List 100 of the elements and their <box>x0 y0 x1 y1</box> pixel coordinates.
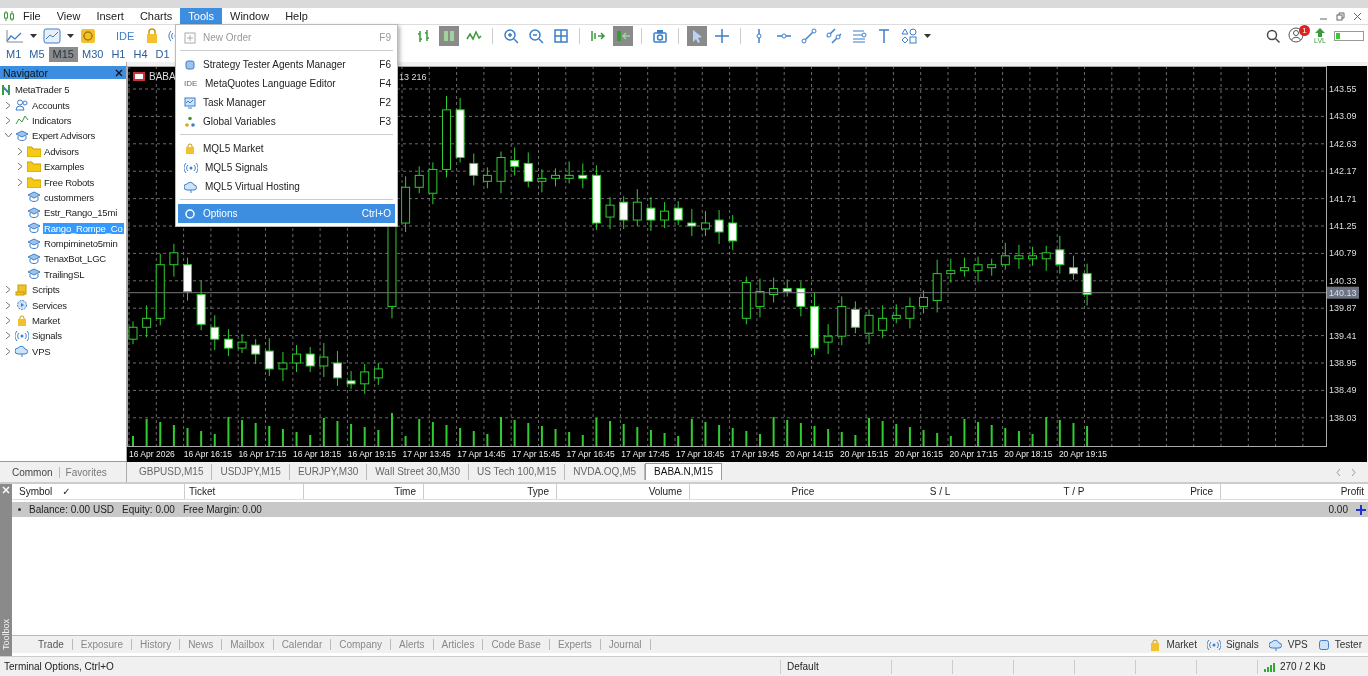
tree-item[interactable]: MetaTrader 5 <box>14 84 71 96</box>
candlestick-button[interactable] <box>439 26 459 46</box>
column-header[interactable]: Time <box>304 484 424 499</box>
scroll-right-icon[interactable] <box>1351 469 1356 476</box>
channel-button[interactable] <box>824 26 844 46</box>
sort-mark: ✓ <box>62 485 71 499</box>
tree-item[interactable]: Indicators <box>31 114 73 126</box>
chevron-icon[interactable] <box>5 286 12 294</box>
chevron-icon[interactable] <box>5 116 12 124</box>
close-icon[interactable] <box>115 68 123 77</box>
chevron-icon[interactable] <box>5 317 12 325</box>
tree-item[interactable]: Scripts <box>31 284 61 296</box>
chevron-icon[interactable] <box>5 347 12 355</box>
chevron-icon[interactable] <box>17 163 24 171</box>
chart-template-button[interactable] <box>41 26 63 46</box>
ide-button[interactable]: IDE <box>112 26 139 46</box>
tree-item[interactable]: Services <box>31 299 68 311</box>
restore-icon[interactable] <box>1336 11 1345 21</box>
column-header[interactable]: Price <box>690 484 870 499</box>
grid-button[interactable] <box>551 26 571 46</box>
tree-item[interactable]: Rompimineto5min <box>43 238 119 250</box>
timeframe-button[interactable]: M15 <box>48 47 78 62</box>
account-icon[interactable] <box>1288 27 1305 43</box>
tree-item[interactable]: Expert Advisors <box>31 130 96 142</box>
candlestick <box>810 291 819 356</box>
tree-item[interactable]: Examples <box>43 161 86 173</box>
toolbox-link[interactable]: VPS <box>1287 639 1308 650</box>
tree-item[interactable]: TenaxBot_LGC <box>43 253 108 265</box>
column-header[interactable]: Symbol ✓ <box>15 484 185 499</box>
navigator-tab[interactable]: Favorites <box>59 466 113 478</box>
menu-item[interactable]: Strategy Tester Agents Manager F6 <box>178 55 395 74</box>
tree-item[interactable]: VPS <box>31 345 52 357</box>
column-header[interactable]: Volume <box>557 484 690 499</box>
timeframe-button[interactable]: M30 <box>77 47 108 62</box>
tree-item[interactable]: Signals <box>31 330 63 342</box>
tree-item[interactable]: Estr_Rango_15mi <box>43 207 119 219</box>
zoom-in-button[interactable] <box>501 26 521 46</box>
timeframe-button[interactable]: M5 <box>25 47 49 62</box>
menu-bar-item[interactable]: File <box>15 8 49 24</box>
tree-item[interactable]: Accounts <box>31 99 71 111</box>
timeframe-button[interactable]: H4 <box>129 47 152 62</box>
timeframe-button[interactable]: D1 <box>151 47 174 62</box>
toolbox-link[interactable]: Tester <box>1334 639 1362 650</box>
crosshair-button[interactable] <box>712 26 732 46</box>
folder-icon <box>27 161 41 173</box>
traffic-text: 270 / 2 Kb <box>1280 661 1326 672</box>
column-header[interactable]: Price <box>1138 484 1221 499</box>
toolbox-tab[interactable]: Trade <box>30 639 73 650</box>
chevron-icon[interactable] <box>17 178 24 186</box>
chart-tab[interactable]: GBPUSD,M15 <box>131 464 213 480</box>
menu-item[interactable]: IDE MetaQuotes Language Editor F4 <box>178 74 395 93</box>
chevron-icon[interactable] <box>5 132 12 140</box>
menu-bar-item[interactable]: View <box>48 8 89 24</box>
menu-bar-item[interactable]: Insert <box>88 8 132 24</box>
menu-item[interactable]: MQL5 Signals <box>178 158 395 177</box>
chevron-icon[interactable] <box>17 147 24 155</box>
timeframe-button[interactable]: H1 <box>107 47 130 62</box>
tree-item[interactable]: Advisors <box>43 145 80 157</box>
tree-item[interactable]: custommers <box>43 191 95 203</box>
cloud-icon <box>1268 638 1283 651</box>
chevron-icon[interactable] <box>5 101 12 109</box>
close-icon[interactable] <box>1353 11 1362 21</box>
chevron-icon[interactable] <box>5 301 12 309</box>
menu-bar-item[interactable]: Charts <box>131 8 181 24</box>
column-header[interactable]: T / P <box>1010 484 1138 499</box>
tree-item[interactable]: Free Robots <box>43 176 96 188</box>
trendline-button[interactable] <box>799 26 819 46</box>
menu-bar-item[interactable]: Window <box>222 8 278 24</box>
menu-item[interactable]: Global Variables F3 <box>178 112 395 131</box>
chart-tab[interactable]: BABA.N,M15 <box>645 463 722 480</box>
column-header[interactable]: S / L <box>870 484 1010 499</box>
chart-tab[interactable]: Wall Street 30,M30 <box>367 464 469 480</box>
column-header[interactable]: Profit <box>1221 484 1368 499</box>
menu-item[interactable]: MQL5 Market <box>178 139 395 158</box>
candlestick <box>632 188 642 227</box>
chevron-icon[interactable] <box>5 332 12 340</box>
cursor-button[interactable] <box>687 26 707 46</box>
menu-item[interactable]: MQL5 Virtual Hosting <box>178 177 395 196</box>
toolbox-link[interactable]: Signals <box>1225 639 1259 650</box>
menu-item[interactable]: Task Manager F2 <box>178 93 395 112</box>
chart-tab[interactable]: EURJPY,M30 <box>289 464 368 480</box>
chart-tab[interactable]: US Tech 100,M15 <box>468 464 566 480</box>
shapes-button[interactable] <box>899 26 919 46</box>
add-icon[interactable] <box>1356 504 1366 515</box>
column-header[interactable]: Type <box>424 484 557 499</box>
scroll-left-icon[interactable] <box>1336 469 1341 476</box>
timeframe-button[interactable]: M1 <box>2 47 26 62</box>
navigator-tab[interactable]: Common <box>6 466 60 478</box>
menu-bar-item[interactable]: Help <box>277 8 316 24</box>
tree-item[interactable]: TrailingSL <box>43 268 86 280</box>
column-header[interactable]: Ticket <box>185 484 304 499</box>
coin-button[interactable] <box>78 26 98 46</box>
candlestick <box>946 258 956 284</box>
candlestick <box>305 346 315 373</box>
zoom-out-button[interactable] <box>526 26 546 46</box>
chart-tab[interactable]: USDJPY,M15 <box>212 464 290 480</box>
toolbox-link[interactable]: Market <box>1166 639 1197 650</box>
tree-item[interactable]: Market <box>31 315 61 327</box>
search-icon[interactable] <box>1266 29 1281 43</box>
time-label: 20 Apr 15:15 <box>840 449 889 459</box>
